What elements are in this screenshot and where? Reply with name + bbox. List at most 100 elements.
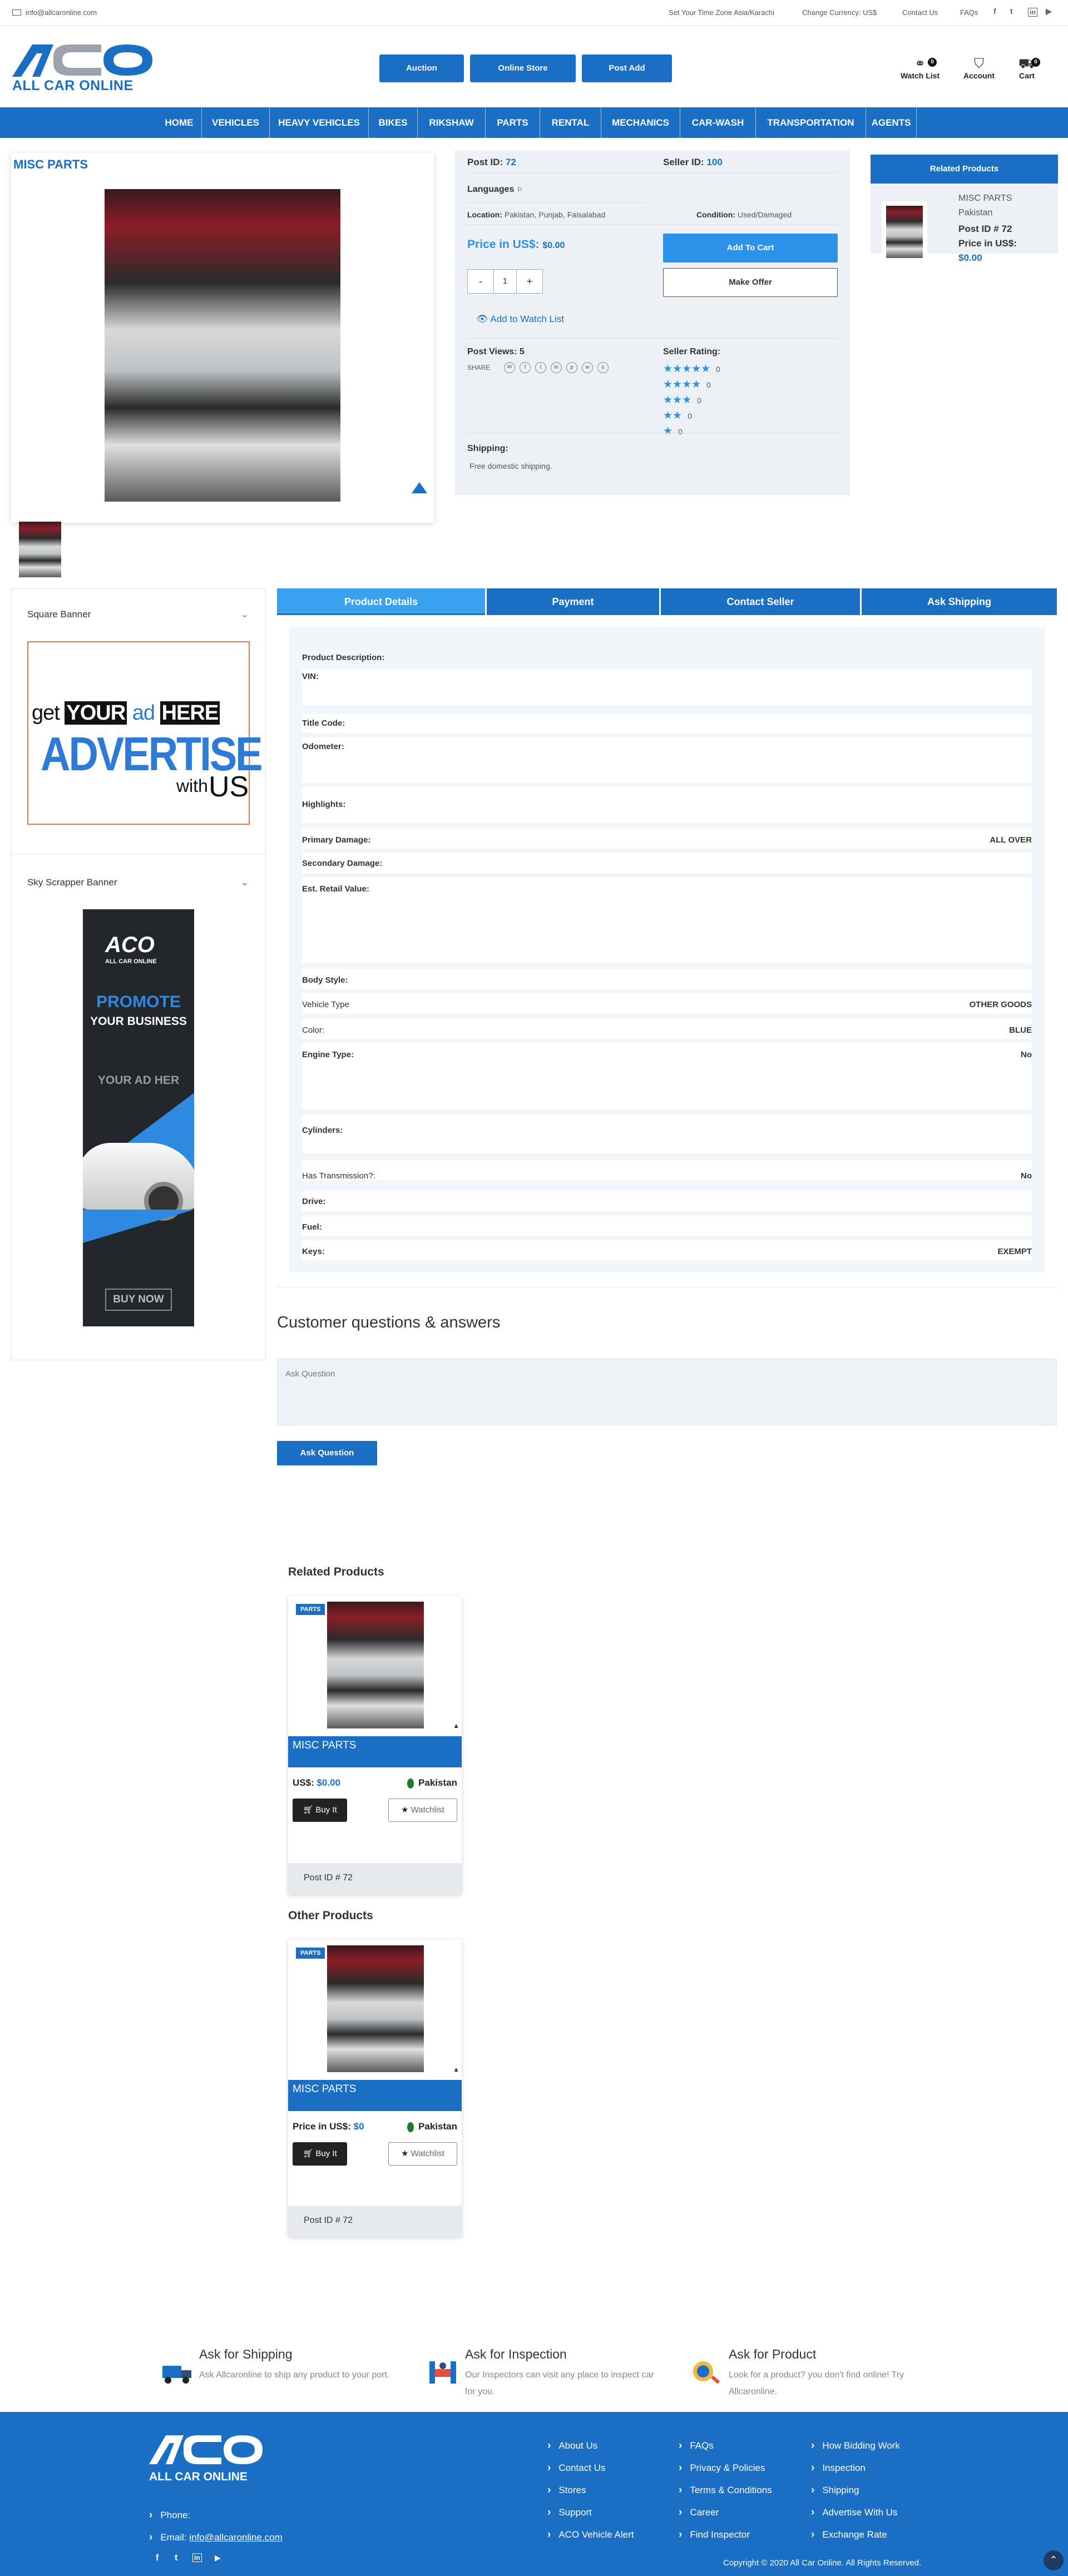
sky-ad-banner[interactable]: ACO ALL CAR ONLINE PROMOTE YOUR BUSINESS…: [83, 909, 194, 1326]
product-thumbnail[interactable]: [19, 522, 61, 577]
faqs-link[interactable]: FAQs: [960, 8, 978, 17]
footer-youtube-icon[interactable]: ▶: [215, 2553, 221, 2563]
footer-link[interactable]: Advertise With Us: [811, 2506, 897, 2519]
sky-banner-heading[interactable]: Sky Scrapper Banner: [27, 877, 117, 888]
share-whatsapp-icon[interactable]: w: [582, 362, 593, 373]
tab-product-details[interactable]: Product Details: [277, 588, 485, 615]
tab-contact-seller[interactable]: Contact Seller: [661, 588, 860, 615]
add-to-watch-list-link[interactable]: 👁︎ Add to Watch List: [476, 314, 564, 325]
related-side-name[interactable]: MISC PARTS: [958, 194, 1012, 204]
footer-link[interactable]: Exchange Rate: [811, 2529, 887, 2541]
footer-logo[interactable]: ALL CAR ONLINE: [149, 2433, 266, 2484]
twitter-icon[interactable]: t: [1010, 7, 1013, 16]
qty-input[interactable]: 1: [494, 269, 516, 294]
share-facebook-icon[interactable]: f: [520, 362, 531, 373]
timezone-link[interactable]: Set Your Time Zone Asia/Karachi: [669, 8, 774, 17]
footer-link[interactable]: Support: [547, 2506, 592, 2519]
footer-link[interactable]: Shipping: [811, 2484, 859, 2496]
related-product-image[interactable]: [327, 1602, 424, 1728]
post-add-button[interactable]: Post Add: [582, 55, 672, 82]
nav-vehicles[interactable]: VEHICLES: [201, 107, 269, 138]
footer-facebook-icon[interactable]: f: [156, 2553, 159, 2563]
user-shield-icon: ⛉: [974, 56, 984, 71]
footer-link[interactable]: ACO Vehicle Alert: [547, 2529, 634, 2541]
footer-link[interactable]: How Bidding Work: [811, 2440, 900, 2452]
rating-count-4: 0: [706, 380, 711, 389]
footer-link[interactable]: Find Inspector: [679, 2529, 750, 2541]
buy-it-button[interactable]: 🛒︎ Buy It: [293, 1799, 347, 1822]
nav-agents[interactable]: AGENTS: [866, 107, 917, 138]
tab-ask-shipping[interactable]: Ask Shipping: [862, 588, 1057, 615]
make-offer-button[interactable]: Make Offer: [663, 268, 838, 297]
seller-id-value[interactable]: 100: [706, 157, 722, 167]
ask-question-button[interactable]: Ask Question: [277, 1441, 377, 1465]
scroll-up-icon[interactable]: ▲: [453, 2065, 459, 2073]
buy-it-button[interactable]: 🛒︎ Buy It: [293, 2142, 347, 2166]
footer-email[interactable]: Email: info@allcaronline.com: [149, 2532, 283, 2544]
add-to-cart-button[interactable]: Add To Cart: [663, 234, 838, 262]
currency-link[interactable]: Change Currency: US$: [802, 8, 877, 17]
contact-link[interactable]: Contact Us: [902, 8, 938, 17]
share-skype-icon[interactable]: s: [597, 362, 609, 373]
language-flag-icon[interactable]: ⚐: [517, 186, 523, 194]
share-email-icon[interactable]: ✉: [504, 362, 515, 373]
top-email[interactable]: info@allcaronline.com: [12, 8, 97, 17]
facebook-icon[interactable]: f: [993, 7, 996, 16]
footer-linkedin-icon[interactable]: in: [192, 2553, 202, 2562]
share-pinterest-icon[interactable]: p: [566, 362, 577, 373]
footer-link[interactable]: Terms & Conditions: [679, 2484, 772, 2496]
nav-transportation[interactable]: TRANSPORTATION: [755, 107, 866, 138]
nav-rental[interactable]: RENTAL: [540, 107, 601, 138]
account-button[interactable]: ⛉ Account: [958, 56, 1000, 81]
youtube-icon[interactable]: ▶: [1046, 7, 1052, 16]
ask-question-input[interactable]: [277, 1359, 1057, 1425]
nav-heavy-vehicles[interactable]: HEAVY VEHICLES: [269, 107, 368, 138]
nav-car-wash[interactable]: CAR-WASH: [680, 107, 755, 138]
related-product-card[interactable]: PARTS ▲ MISC PARTS US$: $0.00 Pakistan 🛒…: [288, 1596, 462, 1894]
nav-mechanics[interactable]: MECHANICS: [601, 107, 680, 138]
related-side-image[interactable]: [886, 206, 923, 258]
footer-link[interactable]: Privacy & Policies: [679, 2462, 765, 2474]
site-logo[interactable]: ALL CAR ONLINE: [12, 41, 157, 95]
watchlist-button[interactable]: ★ Watchlist: [388, 1799, 457, 1822]
footer-email-value[interactable]: info@allcaronline.com: [189, 2532, 283, 2543]
footer-link[interactable]: Inspection: [811, 2462, 866, 2474]
auction-button[interactable]: Auction: [379, 55, 464, 82]
scroll-up-icon[interactable]: ▲: [453, 1722, 459, 1730]
square-banner-heading[interactable]: Square Banner: [27, 609, 91, 620]
watchlist-button[interactable]: ★ Watchlist: [388, 2142, 457, 2166]
qty-minus-button[interactable]: -: [467, 269, 494, 294]
nav-home[interactable]: HOME: [157, 107, 201, 138]
other-product-card[interactable]: PARTS ▲ MISC PARTS Price in US$: $0 Paki…: [288, 1940, 462, 2237]
other-product-image[interactable]: [327, 1945, 424, 2072]
share-twitter-icon[interactable]: t: [535, 362, 546, 373]
footer-link[interactable]: Career: [679, 2506, 719, 2519]
chevron-down-icon[interactable]: ⌄: [241, 877, 249, 888]
tab-payment[interactable]: Payment: [487, 588, 659, 615]
watch-list-button[interactable]: ⚭ 0 Watch List: [893, 57, 947, 81]
cart-button[interactable]: ⛟ 0 Cart: [1011, 57, 1042, 80]
footer-link[interactable]: About Us: [547, 2440, 597, 2452]
linkedin-icon[interactable]: in: [1028, 8, 1037, 17]
footer-twitter-icon[interactable]: t: [175, 2553, 177, 2563]
square-ad-banner[interactable]: get YOUR ad HERE ADVERTISE with US: [27, 641, 263, 825]
product-main-image[interactable]: [105, 189, 340, 502]
footer-link[interactable]: Contact Us: [547, 2462, 605, 2474]
sidebar: Square Banner ⌄ get YOUR ad HERE ADVERTI…: [11, 588, 266, 1360]
nav-parts[interactable]: PARTS: [485, 107, 540, 138]
nav-rikshaw[interactable]: RIKSHAW: [417, 107, 485, 138]
share-label: SHARE: [467, 364, 491, 371]
qty-plus-button[interactable]: +: [516, 269, 543, 294]
buy-it-label: Buy It: [315, 2149, 337, 2158]
related-product-name[interactable]: MISC PARTS: [288, 1736, 462, 1767]
nav-bikes[interactable]: BIKES: [368, 107, 417, 138]
rating-stars-2: ★★: [663, 410, 683, 422]
other-product-name[interactable]: MISC PARTS: [288, 2080, 462, 2111]
category-tag: PARTS: [296, 1948, 325, 1959]
back-to-top-button[interactable]: ⌃: [1044, 2550, 1064, 2570]
footer-link[interactable]: Stores: [547, 2484, 586, 2496]
online-store-button[interactable]: Online Store: [470, 55, 576, 82]
chevron-down-icon[interactable]: ⌄: [241, 609, 249, 620]
footer-link[interactable]: FAQs: [679, 2440, 714, 2452]
share-linkedin-icon[interactable]: in: [551, 362, 562, 373]
